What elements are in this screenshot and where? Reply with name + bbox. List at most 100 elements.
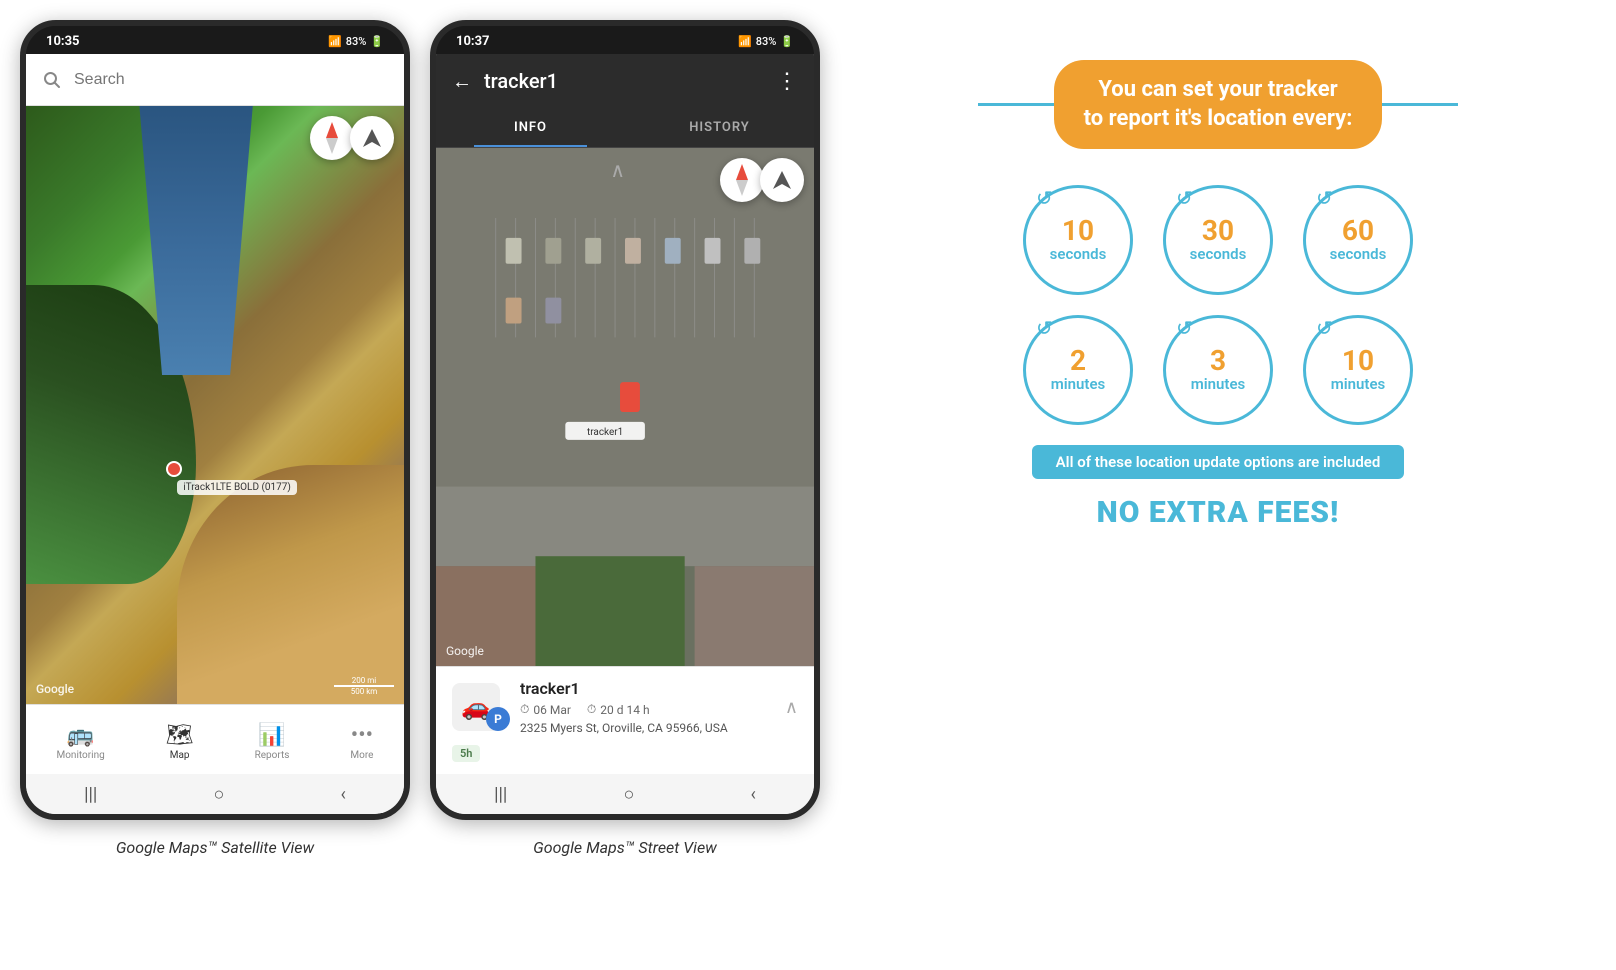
tracker-p-badge: P [486,707,510,731]
ig-no-fees: NO EXTRA FEES! [1097,495,1340,530]
tracker-meta: ⏱ 06 Mar ⏱ 20 d 14 h [520,702,775,717]
address: 2325 Myers St, Oroville, CA 95966, USA [520,721,775,735]
map-label: Map [170,750,190,761]
phone1-system-nav: ||| ○ ‹ [26,774,404,814]
compass-button[interactable] [310,116,354,160]
phone2-map-area[interactable]: tracker1 Google ∧ [436,148,814,666]
time-badge: 5h [452,741,798,762]
nav-map[interactable]: 🗺 Map [166,723,194,761]
circle-30sec-unit: seconds [1190,245,1247,263]
phone1-bottom-nav: 🚌 Monitoring 🗺 Map 📊 Reports ••• More [26,704,404,774]
timer-icon: ⏱ [587,702,596,717]
infographic: You can set your tracker to report it's … [840,20,1596,570]
phone2-status-bar: 10:37 📶 83% 🔋 [436,26,814,54]
panel-expand-button[interactable]: ∧ [785,697,798,718]
tracker-icon-group: 🚗 P [452,683,510,731]
phone2-google-watermark: Google [446,644,484,658]
circle-3min-unit: minutes [1191,375,1246,393]
phone2-app-content: ← tracker1 ⋮ INFO HISTORY [436,54,814,814]
scale-text1: 200 mi [352,676,376,685]
phone2-sys-nav-recent[interactable]: ||| [474,780,527,809]
circle-10min-unit: minutes [1331,375,1386,393]
ig-left-line [978,103,1054,106]
phone2-sys-nav-home[interactable]: ○ [603,780,654,809]
search-icon [38,66,66,94]
ig-title-line1: You can set your tracker [1084,76,1353,105]
circle-2min-unit: minutes [1051,375,1106,393]
more-icon: ••• [351,723,373,748]
info-panel: 🚗 P tracker1 ⏱ 06 Mar ⏱ 20 d 14 [436,666,814,774]
more-menu-button[interactable]: ⋮ [776,69,798,94]
phone1-app-content: iTrack1LTE BOLD (0177) Google 200 mi 500… [26,54,404,814]
circle-3min-num: 3 [1210,347,1226,375]
ig-included-banner: All of these location update options are… [1032,445,1405,479]
sys-nav-back[interactable]: ‹ [320,780,365,809]
ig-title-line2: to report it's location every: [1084,105,1353,134]
more-label: More [350,750,373,761]
circle-2min-arrow: ↺ [1036,316,1053,340]
circle-60sec-num: 60 [1342,217,1374,245]
scale-bar: 200 mi 500 km [334,676,394,696]
phone1-frame: 10:35 📶 83% 🔋 [20,20,410,820]
meta-date: ⏱ 06 Mar [520,702,571,717]
map-icon: 🗺 [166,723,194,748]
circle-10min-num: 10 [1342,347,1374,375]
phone2-time: 10:37 [456,34,490,49]
tab-history[interactable]: HISTORY [625,108,814,147]
ig-header: You can set your tracker to report it's … [978,60,1458,149]
phone2-navigation-button[interactable] [760,158,804,202]
circle-60sec-unit: seconds [1330,245,1387,263]
nav-more[interactable]: ••• More [350,723,373,761]
phone2-app-header: ← tracker1 ⋮ [436,54,814,108]
circle-2min-num: 2 [1070,347,1086,375]
phone1-status-bar: 10:35 📶 83% 🔋 [26,26,404,54]
svg-text:tracker1: tracker1 [587,427,623,438]
clock-icon: ⏱ [520,702,529,717]
phone1-map-area[interactable]: iTrack1LTE BOLD (0177) Google 200 mi 500… [26,106,404,704]
phone1-search-bar[interactable] [26,54,404,106]
nav-reports[interactable]: 📊 Reports [255,723,290,761]
tracker-name: tracker1 [520,679,775,698]
ig-circles-row2: ↺ 2 minutes ↺ 3 minutes ↺ 10 minutes [1023,315,1413,425]
tracker-label: iTrack1LTE BOLD (0177) [177,480,297,495]
scroll-indicator: ∧ [610,158,625,182]
phone2-caption: Google Maps™ Street View [533,838,717,857]
circle-2min: ↺ 2 minutes [1023,315,1133,425]
circle-10sec-num: 10 [1062,217,1094,245]
ig-title-box: You can set your tracker to report it's … [1054,60,1383,149]
navigation-button[interactable] [350,116,394,160]
monitoring-icon: 🚌 [67,723,94,748]
sys-nav-recent[interactable]: ||| [64,780,117,809]
reports-label: Reports [255,750,290,761]
monitoring-label: Monitoring [56,750,104,761]
circle-10sec-unit: seconds [1050,245,1107,263]
back-button[interactable]: ← [452,69,472,94]
tab-info[interactable]: INFO [436,108,625,147]
circle-30sec: ↺ 30 seconds [1163,185,1273,295]
circle-3min-arrow: ↺ [1176,316,1193,340]
phone2-frame: 10:37 📶 83% 🔋 ← tracker1 ⋮ INFO HISTORY [430,20,820,820]
nav-monitoring[interactable]: 🚌 Monitoring [56,723,104,761]
phone1-status-icons: 📶 83% 🔋 [328,35,384,48]
phone2-tab-bar: INFO HISTORY [436,108,814,148]
tracker-info: tracker1 ⏱ 06 Mar ⏱ 20 d 14 h 2325 Mye [520,679,775,735]
phone2-sys-nav-back[interactable]: ‹ [730,780,775,809]
circle-10min: ↺ 10 minutes [1303,315,1413,425]
circle-30sec-num: 30 [1202,217,1234,245]
sys-nav-home[interactable]: ○ [193,780,244,809]
tracker-title: tracker1 [484,69,764,93]
ig-circles-row1: ↺ 10 seconds ↺ 30 seconds ↺ 60 seconds [1023,185,1413,295]
circle-3min: ↺ 3 minutes [1163,315,1273,425]
circle-10sec: ↺ 10 seconds [1023,185,1133,295]
circle-30sec-arrow: ↺ [1176,186,1193,210]
phone2-wrapper: 10:37 📶 83% 🔋 ← tracker1 ⋮ INFO HISTORY [430,20,820,857]
circle-10min-arrow: ↺ [1316,316,1333,340]
google-watermark: Google [36,682,74,696]
search-input[interactable] [74,71,392,89]
phone1-wrapper: 10:35 📶 83% 🔋 [20,20,410,857]
phone2-compass-button[interactable] [720,158,764,202]
tracker-pin [166,461,182,477]
circle-60sec-arrow: ↺ [1316,186,1333,210]
phone1-time: 10:35 [46,34,80,49]
circle-10sec-arrow: ↺ [1036,186,1053,210]
